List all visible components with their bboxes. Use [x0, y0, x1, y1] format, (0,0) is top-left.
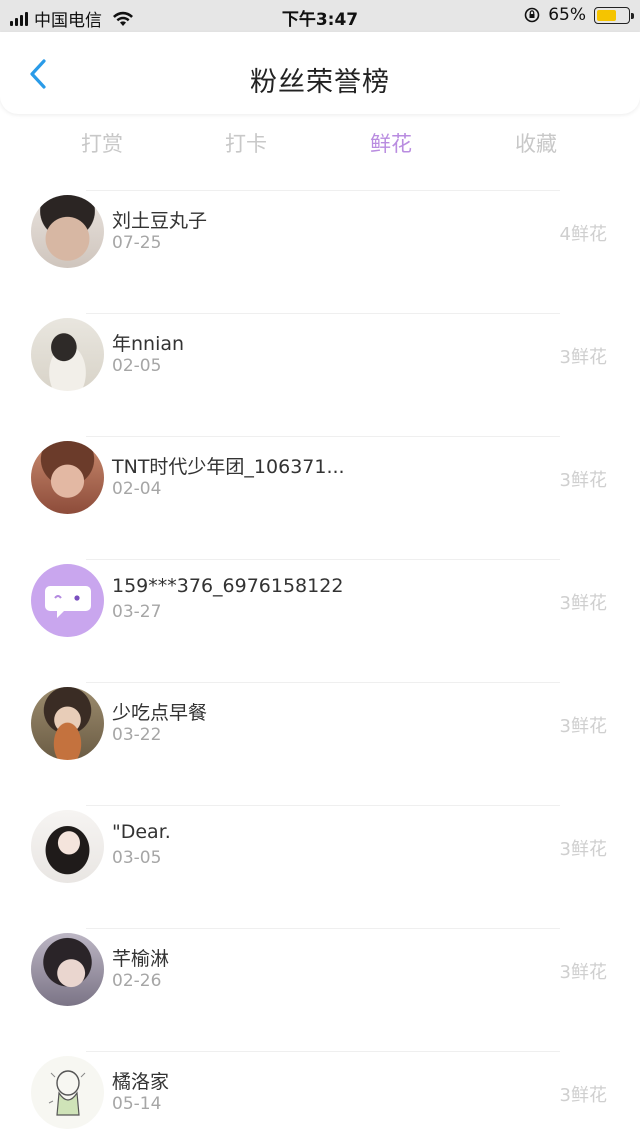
avatar[interactable]	[31, 687, 104, 760]
avatar[interactable]	[31, 1056, 104, 1129]
list-item[interactable]: 芊榆淋 02-26 3鲜花	[0, 928, 640, 1051]
list-item[interactable]: 橘洛家 05-14 3鲜花	[0, 1051, 640, 1138]
fan-name: "Dear.	[112, 821, 171, 843]
list-item[interactable]: 年nnian 02-05 3鲜花	[0, 313, 640, 436]
flower-count: 3鲜花	[559, 716, 607, 737]
flower-count: 3鲜花	[559, 347, 607, 368]
flower-count: 4鲜花	[559, 224, 607, 245]
tab-reward[interactable]: 打赏	[52, 128, 152, 158]
list-item[interactable]: 刘土豆丸子 07-25 4鲜花	[0, 190, 640, 313]
fan-name: 橘洛家	[112, 1071, 170, 1093]
battery-icon	[594, 6, 634, 24]
sketch-figure-icon	[48, 1069, 85, 1116]
avatar[interactable]	[31, 318, 104, 391]
nav-bar: 粉丝荣誉榜	[0, 32, 640, 114]
flower-count: 3鲜花	[559, 470, 607, 491]
fan-date: 05-14	[112, 1094, 162, 1114]
fan-name: TNT时代少年团_106371...	[112, 456, 345, 478]
avatar[interactable]	[31, 195, 104, 268]
fan-date: 03-05	[112, 848, 162, 868]
avatar[interactable]	[31, 933, 104, 1006]
status-right: 65%	[524, 5, 634, 25]
page-title: 粉丝荣誉榜	[250, 67, 390, 98]
fan-name: 159***376_6976158122	[112, 575, 344, 597]
flower-count: 3鲜花	[559, 1085, 607, 1106]
flower-count: 3鲜花	[559, 962, 607, 983]
fan-date: 02-26	[112, 971, 162, 991]
fan-name: 刘土豆丸子	[112, 210, 208, 232]
battery-percent: 65%	[548, 5, 586, 25]
list-item[interactable]: 159***376_6976158122 03-27 3鲜花	[0, 559, 640, 682]
fan-date: 03-27	[112, 602, 162, 622]
avatar[interactable]	[31, 441, 104, 514]
divider	[86, 313, 560, 314]
tab-flowers[interactable]: 鲜花	[341, 128, 441, 158]
divider	[86, 805, 560, 806]
divider	[86, 190, 560, 191]
fan-list: 刘土豆丸子 07-25 4鲜花 年nnian 02-05 3鲜花 TNT时代少年…	[0, 190, 640, 1138]
fan-name: 芊榆淋	[112, 948, 170, 970]
list-item[interactable]: TNT时代少年团_106371... 02-04 3鲜花	[0, 436, 640, 559]
divider	[86, 436, 560, 437]
status-bar: 中国电信 下午3:47 65%	[0, 0, 640, 32]
fan-date: 02-05	[112, 356, 162, 376]
avatar[interactable]	[31, 810, 104, 883]
divider	[86, 559, 560, 560]
fan-date: 03-22	[112, 725, 162, 745]
fan-name: 少吃点早餐	[112, 702, 208, 724]
screen: 中国电信 下午3:47 65% 粉丝荣誉榜 打赏 打卡 鲜花 收藏 刘土豆丸子 …	[0, 0, 640, 1138]
list-item[interactable]: 少吃点早餐 03-22 3鲜花	[0, 682, 640, 805]
divider	[86, 1051, 560, 1052]
tab-checkin[interactable]: 打卡	[196, 128, 296, 158]
fan-date: 02-04	[112, 479, 162, 499]
chat-bubble-icon	[44, 585, 91, 618]
list-item[interactable]: "Dear. 03-05 3鲜花	[0, 805, 640, 928]
flower-count: 3鲜花	[559, 593, 607, 614]
divider	[86, 928, 560, 929]
flower-count: 3鲜花	[559, 839, 607, 860]
tab-favorites[interactable]: 收藏	[486, 128, 586, 158]
avatar[interactable]	[31, 564, 104, 637]
fan-name: 年nnian	[112, 333, 185, 355]
rotation-lock-icon	[524, 7, 540, 23]
tab-bar: 打赏 打卡 鲜花 收藏	[0, 114, 640, 174]
fan-date: 07-25	[112, 233, 162, 253]
divider	[86, 682, 560, 683]
